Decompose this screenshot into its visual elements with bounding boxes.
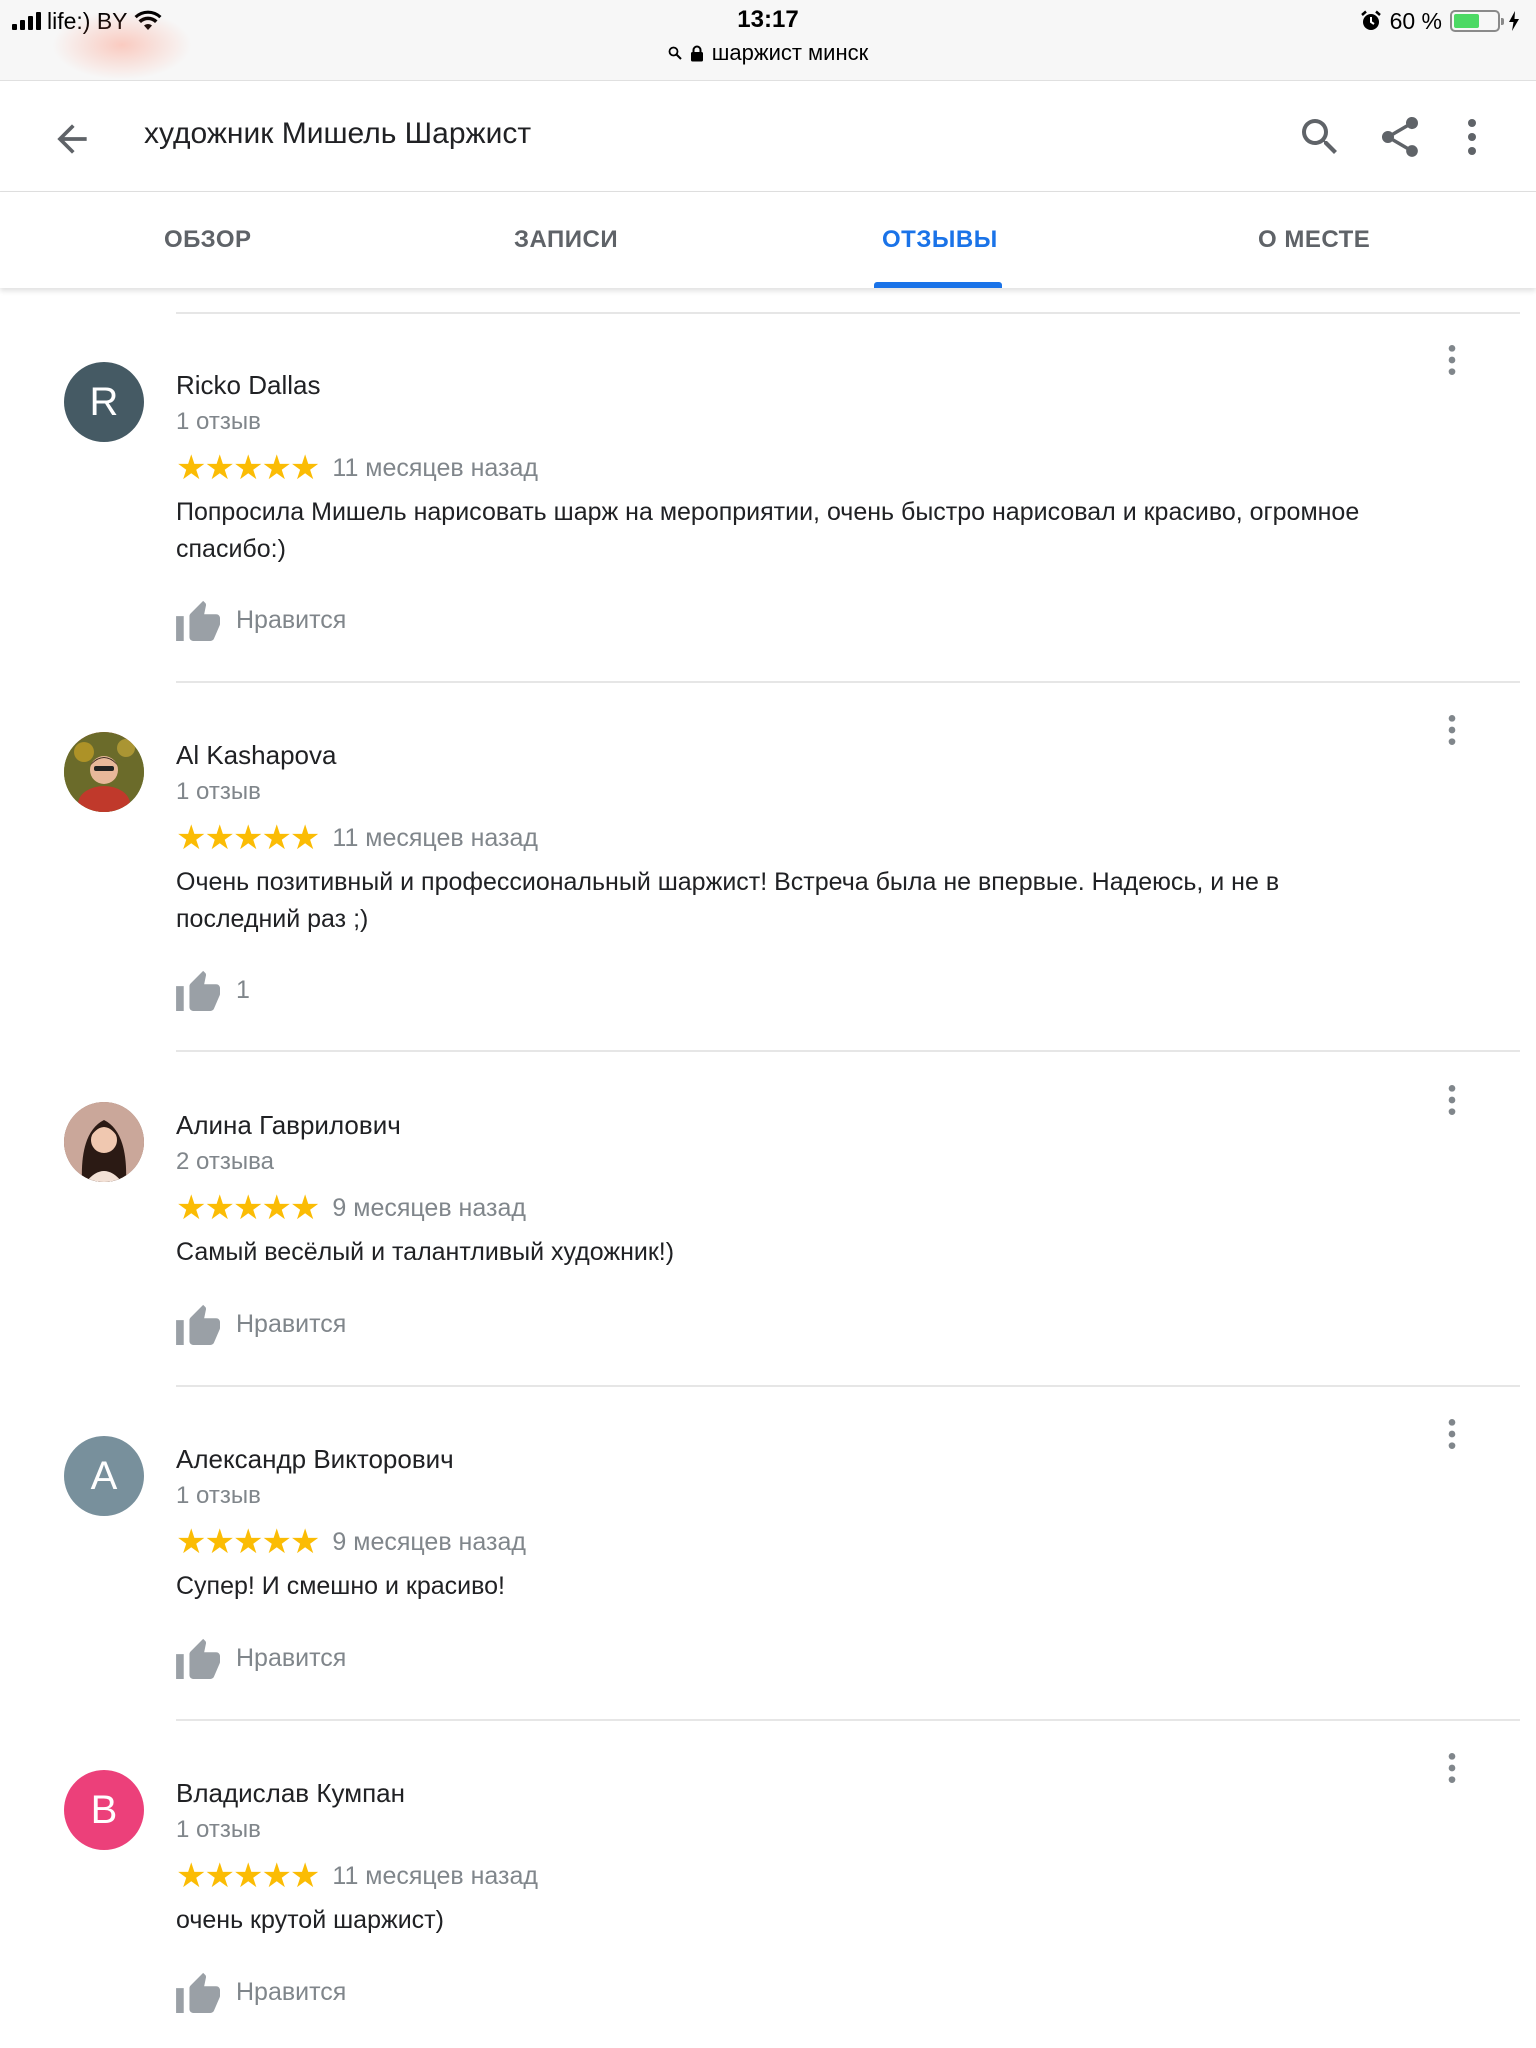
rating-row: ★★★★★ 11 месяцев назад (176, 450, 538, 486)
tab-posts[interactable]: ЗАПИСИ (514, 226, 618, 254)
review-author[interactable]: Алина Гаврилович (176, 1110, 401, 1141)
tab-overview[interactable]: ОБЗОР (164, 226, 252, 254)
review-date: 11 месяцев назад (332, 1861, 538, 1890)
url-text: шаржист минск (711, 40, 869, 65)
thumb-up-icon (176, 1972, 220, 2013)
review-author[interactable]: Al Kashapova (176, 740, 336, 771)
like-count: 1 (236, 975, 250, 1004)
arrow-back-icon[interactable] (50, 117, 94, 161)
tab-about[interactable]: О МЕСТЕ (1258, 226, 1370, 254)
more-vert-icon[interactable] (1432, 1080, 1472, 1120)
more-vert-icon[interactable] (1448, 113, 1496, 161)
divider (176, 1719, 1520, 1721)
search-icon[interactable] (1296, 113, 1344, 161)
review-date: 11 месяцев назад (332, 823, 538, 852)
divider (176, 1050, 1520, 1052)
like-label: Нравится (236, 1977, 347, 2006)
tab-reviews[interactable]: ОТЗЫВЫ (882, 226, 998, 254)
address-bar[interactable]: шаржист минск (0, 40, 1536, 66)
divider (176, 1385, 1520, 1387)
search-icon (668, 46, 682, 60)
rating-row: ★★★★★ 9 месяцев назад (176, 1524, 526, 1560)
thumb-up-icon (176, 1304, 220, 1345)
like-button[interactable]: 1 (176, 968, 250, 1012)
review-count: 1 отзыв (176, 408, 261, 435)
like-label: Нравится (236, 1643, 347, 1672)
review-date: 9 месяцев назад (332, 1193, 526, 1222)
more-vert-icon[interactable] (1432, 710, 1472, 750)
star-rating: ★★★★★ (176, 449, 320, 487)
divider (176, 681, 1520, 683)
active-tab-indicator (874, 282, 1002, 288)
charging-icon (1509, 11, 1519, 31)
star-rating: ★★★★★ (176, 819, 320, 857)
thumb-up-icon (176, 600, 220, 641)
review-date: 11 месяцев назад (332, 453, 538, 482)
review-count: 1 отзыв (176, 1482, 261, 1509)
thumb-up-icon (176, 970, 220, 1011)
avatar[interactable]: A (64, 1436, 144, 1516)
like-button[interactable]: Нравится (176, 598, 346, 642)
star-rating: ★★★★★ (176, 1523, 320, 1561)
review-text: очень крутой шаржист) (176, 1906, 444, 1934)
lock-icon (690, 45, 703, 61)
star-rating: ★★★★★ (176, 1189, 320, 1227)
review-count: 1 отзыв (176, 778, 261, 805)
like-button[interactable]: Нравится (176, 1636, 346, 1680)
avatar-photo (64, 1102, 144, 1182)
review-author[interactable]: Владислав Кумпан (176, 1778, 405, 1809)
battery-icon (1450, 10, 1504, 32)
status-right: 60 % (1360, 6, 1520, 36)
avatar[interactable] (64, 1102, 144, 1182)
avatar[interactable] (64, 732, 144, 812)
like-label: Нравится (236, 605, 347, 634)
app-bar: художник Мишель Шаржист (0, 80, 1536, 192)
review-text: Очень позитивный и профессиональный шарж… (176, 868, 1280, 933)
review-author[interactable]: Александр Викторович (176, 1444, 454, 1475)
review-date: 9 месяцев назад (332, 1527, 526, 1556)
review-text: Попросила Мишель нарисовать шарж на меро… (176, 498, 1360, 563)
more-vert-icon[interactable] (1432, 1414, 1472, 1454)
divider (176, 312, 1520, 314)
review-count: 1 отзыв (176, 1816, 261, 1843)
like-button[interactable]: Нравится (176, 1302, 346, 1346)
status-time: 13:17 (737, 6, 799, 33)
review-text: Самый весёлый и талантливый художник!) (176, 1238, 675, 1266)
avatar[interactable]: B (64, 1770, 144, 1850)
rating-row: ★★★★★ 11 месяцев назад (176, 1858, 538, 1894)
review-author[interactable]: Ricko Dallas (176, 370, 321, 401)
more-vert-icon[interactable] (1432, 340, 1472, 380)
status-bar: life:) BY 13:17 шаржист минск 60 % (0, 0, 1536, 80)
avatar-photo (64, 732, 144, 812)
tab-bar: ОБЗОР ЗАПИСИ ОТЗЫВЫ О МЕСТЕ (0, 192, 1536, 288)
battery-fill (1454, 14, 1480, 28)
battery-percent: 60 % (1389, 7, 1442, 34)
thumb-up-icon (176, 1638, 220, 1679)
page-title: художник Мишель Шаржист (144, 117, 532, 150)
more-vert-icon[interactable] (1432, 1748, 1472, 1788)
share-icon[interactable] (1376, 113, 1424, 161)
rating-row: ★★★★★ 9 месяцев назад (176, 1190, 526, 1226)
star-rating: ★★★★★ (176, 1857, 320, 1895)
avatar[interactable]: R (64, 362, 144, 442)
review-count: 2 отзыва (176, 1148, 274, 1175)
alarm-icon (1360, 10, 1381, 30)
rating-row: ★★★★★ 11 месяцев назад (176, 820, 538, 856)
like-button[interactable]: Нравится (176, 1970, 346, 2014)
review-text: Супер! И смешно и красиво! (176, 1572, 505, 1600)
like-label: Нравится (236, 1309, 347, 1338)
